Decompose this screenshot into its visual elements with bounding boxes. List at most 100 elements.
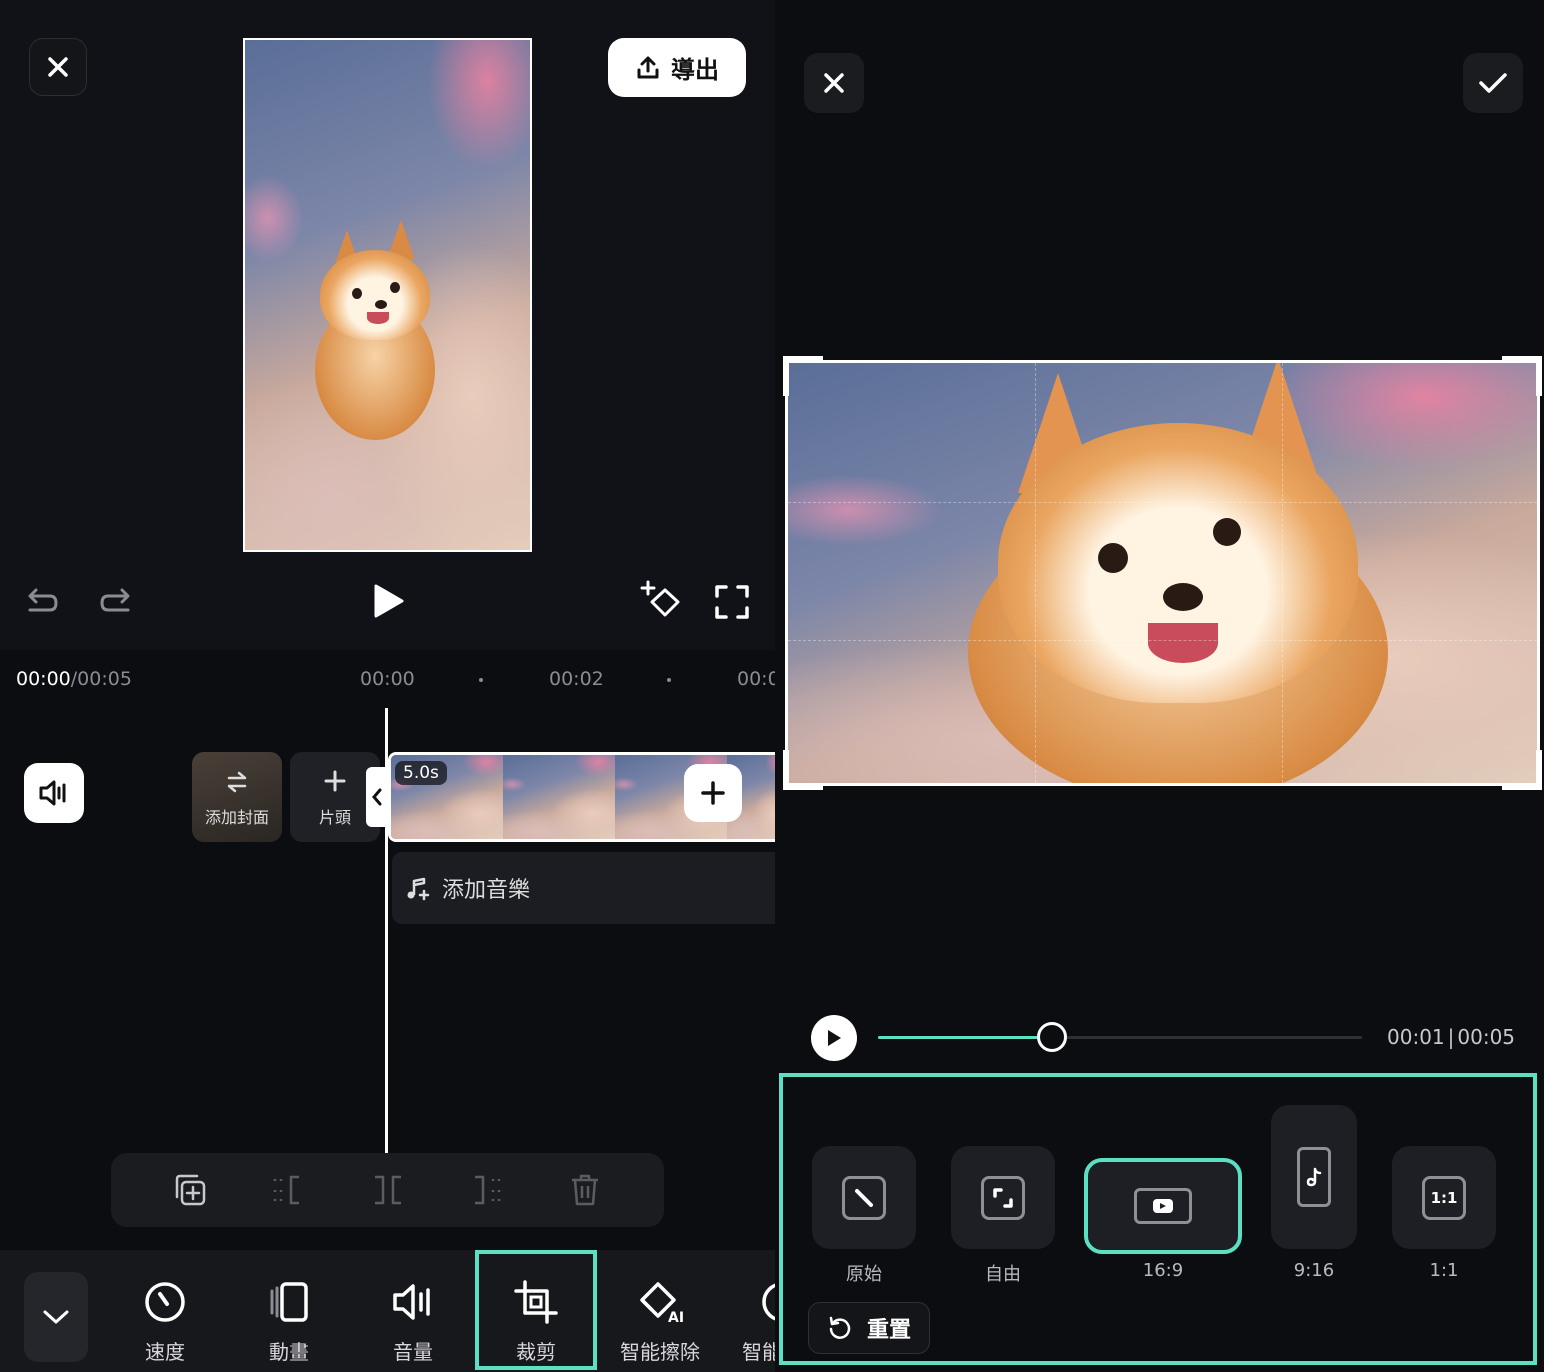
play-icon <box>828 1030 841 1046</box>
close-button[interactable] <box>29 38 87 96</box>
tool-smart[interactable]: 智能 <box>740 1262 775 1372</box>
progress-fill <box>878 1036 1053 1039</box>
tool-animation[interactable]: 動畫 <box>244 1262 334 1372</box>
chevron-down-icon <box>43 1310 69 1324</box>
tiktok-icon <box>1297 1147 1331 1207</box>
play-icon[interactable] <box>370 582 406 620</box>
crop-icon <box>514 1280 558 1324</box>
redo-icon[interactable] <box>98 582 136 620</box>
tool-speed[interactable]: 速度 <box>120 1262 210 1372</box>
tool-label: 裁剪 <box>516 1340 556 1364</box>
current-time: 00:00/00:05 <box>16 668 132 690</box>
tool-label: 動畫 <box>269 1340 309 1364</box>
crop-handle[interactable] <box>1502 750 1542 790</box>
chevron-left-icon <box>372 788 382 806</box>
reset-label: 重置 <box>866 1318 911 1343</box>
add-cover-button[interactable]: 添加封面 <box>192 752 282 842</box>
volume-icon <box>393 1284 430 1320</box>
dog-illustration <box>938 363 1418 783</box>
speed-icon <box>145 1282 185 1322</box>
confirm-button[interactable] <box>1463 53 1523 113</box>
ratio-9-16[interactable] <box>1271 1105 1357 1249</box>
tool-ai-erase[interactable]: AI 智能擦除 <box>610 1262 710 1372</box>
keyframe-icon[interactable] <box>640 580 684 622</box>
crop-grid-line <box>1035 363 1037 783</box>
mute-button[interactable] <box>24 763 84 823</box>
undo-icon[interactable] <box>22 582 60 620</box>
plus-icon <box>324 770 346 792</box>
svg-text:AI: AI <box>668 1310 684 1324</box>
speaker-icon <box>39 780 66 806</box>
ratio-label: 16:9 <box>1142 1260 1184 1281</box>
ruler-dot <box>667 678 671 682</box>
original-icon <box>842 1175 886 1220</box>
delete-icon[interactable] <box>566 1171 604 1209</box>
playhead[interactable] <box>385 708 388 1153</box>
playback-time: 00:01 | 00:05 <box>1387 1025 1516 1049</box>
split-end-icon[interactable] <box>467 1171 505 1209</box>
youtube-icon <box>1134 1188 1192 1224</box>
animation-icon <box>270 1282 308 1322</box>
add-music-label: 添加音樂 <box>442 878 531 903</box>
ratio-label: 1:1 <box>1429 1260 1459 1281</box>
square-icon: 1:1 <box>1422 1175 1466 1220</box>
crop-grid-line <box>1282 363 1284 783</box>
tool-label: 速度 <box>145 1340 185 1364</box>
clip-thumbnail <box>503 755 615 839</box>
ruler-dot <box>479 678 483 682</box>
reset-button[interactable]: 重置 <box>808 1302 930 1354</box>
tool-label: 智能 <box>742 1340 775 1364</box>
crop-handle[interactable] <box>783 750 823 790</box>
add-cover-label: 添加封面 <box>204 808 269 827</box>
export-label: 導出 <box>671 56 719 84</box>
reset-icon <box>829 1316 851 1339</box>
crop-preview <box>785 360 1540 786</box>
duplicate-icon[interactable] <box>171 1171 209 1209</box>
collapse-button[interactable] <box>24 1272 88 1362</box>
progress-track[interactable] <box>878 1022 1362 1052</box>
split-icon[interactable] <box>369 1171 407 1209</box>
play-button[interactable] <box>811 1015 857 1061</box>
ratio-16-9[interactable] <box>1084 1158 1242 1254</box>
add-music-track[interactable]: 添加音樂 <box>392 852 775 924</box>
video-preview <box>243 38 532 552</box>
crop-handle[interactable] <box>1502 356 1542 396</box>
free-icon <box>981 1175 1025 1220</box>
close-icon <box>48 57 68 77</box>
ratio-original[interactable] <box>812 1146 916 1249</box>
music-note-icon <box>407 877 430 901</box>
ratio-label: 原始 <box>846 1264 882 1285</box>
tool-crop[interactable]: 裁剪 <box>475 1250 597 1370</box>
clip-duration-badge: 5.0s <box>395 761 447 785</box>
ruler-tick-label: 00:02 <box>549 668 604 690</box>
ai-erase-icon: AI <box>640 1282 684 1324</box>
tool-label: 音量 <box>393 1340 433 1364</box>
checkmark-icon <box>1479 73 1507 93</box>
crop-handle[interactable] <box>783 356 823 396</box>
editor-panel: 導出 00:00/00:05 00:00 00:02 00:0 添加封面 片頭 … <box>0 0 775 1372</box>
ruler-tick-label: 00:0 <box>737 668 775 690</box>
upload-icon <box>637 56 659 78</box>
tool-volume[interactable]: 音量 <box>368 1262 458 1372</box>
plus-icon <box>701 781 725 805</box>
tool-label: 智能擦除 <box>620 1340 700 1364</box>
close-icon <box>824 73 844 93</box>
fullscreen-icon[interactable] <box>714 584 750 620</box>
crop-panel: 00:01 | 00:05 原始 自由 16:9 9:16 1:1 1:1 重置 <box>775 0 1544 1372</box>
add-clip-button[interactable] <box>684 764 742 822</box>
cancel-button[interactable] <box>804 53 864 113</box>
ratio-free[interactable] <box>951 1146 1055 1249</box>
swap-icon <box>227 771 247 793</box>
crop-grid-line <box>788 501 1537 503</box>
split-start-icon[interactable] <box>269 1171 307 1209</box>
progress-thumb[interactable] <box>1037 1022 1068 1052</box>
ratio-1-1[interactable]: 1:1 <box>1392 1146 1496 1249</box>
dog-illustration <box>295 220 455 450</box>
ruler-tick-label: 00:00 <box>360 668 415 690</box>
crop-grid-line <box>788 640 1537 642</box>
ratio-label: 9:16 <box>1293 1260 1335 1281</box>
smart-icon <box>762 1283 775 1321</box>
ratio-label: 自由 <box>985 1264 1021 1285</box>
export-button[interactable]: 導出 <box>608 38 746 97</box>
clip-action-bar <box>111 1153 664 1227</box>
